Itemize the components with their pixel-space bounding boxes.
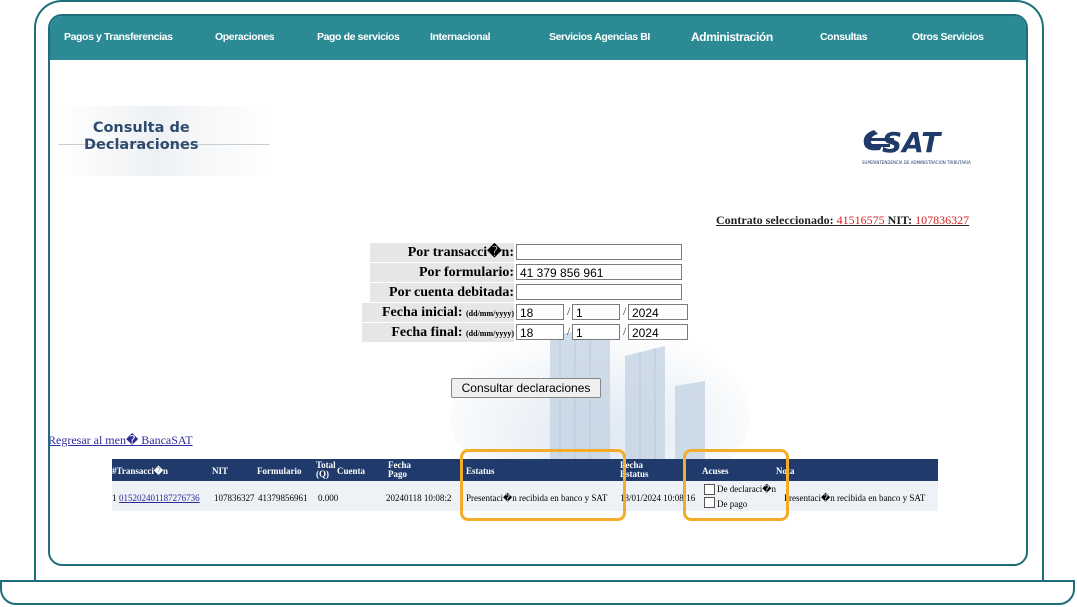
back-to-menu-link[interactable]: Regresar al men� BancaSAT: [50, 433, 193, 448]
nav-internacional[interactable]: Internacional: [430, 31, 491, 43]
th-total-line2: (Q): [316, 469, 329, 479]
fecha-final-year[interactable]: 2024: [628, 324, 688, 340]
cell-total: 0.000: [318, 493, 339, 503]
transaccion-label: Por transacci�n:: [370, 243, 514, 262]
transaccion-input[interactable]: [516, 244, 682, 260]
fecha-final-format: (dd/mm/yyyy): [466, 329, 514, 338]
cell-transaccion-link[interactable]: 015202401187276736: [119, 493, 200, 503]
nav-administracion[interactable]: Administración: [691, 30, 773, 44]
date-separator: /: [567, 324, 571, 338]
fecha-final-label: Fecha final: (dd/mm/yyyy): [362, 323, 514, 342]
date-separator: /: [623, 304, 627, 318]
page-title-line2: Declaraciones: [84, 137, 199, 153]
nav-operaciones[interactable]: Operaciones: [215, 31, 275, 43]
fecha-final-day[interactable]: 18: [516, 324, 564, 340]
fecha-final-text: Fecha final:: [391, 325, 463, 340]
page-title: Consulta de Declaraciones: [84, 120, 198, 154]
fecha-inicial-format: (dd/mm/yyyy): [466, 309, 514, 318]
th-formulario: Formulario: [257, 466, 302, 476]
contract-label: Contrato seleccionado:: [716, 213, 834, 227]
nav-servicios-agencias[interactable]: Servicios Agencias BI: [549, 31, 650, 43]
date-separator: /: [567, 304, 571, 318]
selected-contract: Contrato seleccionado: 41516575 NIT: 107…: [716, 213, 969, 228]
nav-pago-servicios[interactable]: Pago de servicios: [317, 31, 400, 43]
th-total: Total (Q): [316, 461, 336, 479]
page-title-line1: Consulta de: [92, 120, 190, 136]
th-transaccion: #Transacci�n: [112, 466, 169, 476]
sat-logo: SAT SUPERINTENDENCIA DE ADMINISTRACION T…: [862, 126, 971, 165]
th-fecha-pago: Fecha Pago: [388, 461, 411, 479]
cell-formulario: 41379856961: [258, 493, 308, 503]
cuenta-label: Por cuenta debitada:: [370, 283, 514, 302]
fecha-inicial-label: Fecha inicial: (dd/mm/yyyy): [362, 303, 514, 322]
cell-nit: 107836327: [214, 493, 255, 503]
fecha-final-month[interactable]: 1: [572, 324, 620, 340]
laptop-base: [0, 580, 1075, 605]
acuses-highlight-box: [683, 449, 789, 521]
nav-otros-servicios[interactable]: Otros Servicios: [912, 31, 984, 43]
cuenta-input[interactable]: [516, 284, 682, 300]
svg-text:SAT: SAT: [882, 126, 942, 159]
formulario-input[interactable]: 41 379 856 961: [516, 264, 682, 280]
nav-pagos-transferencias[interactable]: Pagos y Transferencias: [64, 31, 173, 43]
th-nit: NIT: [212, 466, 229, 476]
consultar-declaraciones-button[interactable]: Consultar declaraciones: [451, 378, 601, 398]
cell-index: 1: [112, 493, 117, 503]
cell-nota: Presentaci�n recibida en banco y SAT: [784, 493, 926, 503]
fecha-inicial-year[interactable]: 2024: [628, 304, 688, 320]
nit-number: 107836327: [915, 213, 970, 227]
fecha-inicial-month[interactable]: 1: [572, 304, 620, 320]
svg-text:SUPERINTENDENCIA DE ADMINISTRA: SUPERINTENDENCIA DE ADMINISTRACION TRIBU…: [862, 160, 971, 165]
main-navbar: Pagos y Transferencias Operaciones Pago …: [50, 16, 1026, 60]
contract-number: 41516575: [836, 213, 885, 227]
fecha-inicial-text: Fecha inicial:: [382, 305, 463, 320]
th-cuenta: Cuenta: [337, 466, 366, 476]
screen: Pagos y Transferencias Operaciones Pago …: [48, 14, 1028, 566]
fecha-inicial-day[interactable]: 18: [516, 304, 564, 320]
nit-label: NIT:: [887, 213, 913, 227]
cell-fecha-pago: 20240118 10:08:2: [386, 493, 452, 503]
th-fecha-pago-line2: Pago: [388, 469, 407, 479]
estatus-highlight-box: [460, 449, 626, 521]
date-separator: /: [623, 324, 627, 338]
nav-consultas[interactable]: Consultas: [820, 31, 868, 43]
formulario-label: Por formulario:: [370, 263, 514, 282]
